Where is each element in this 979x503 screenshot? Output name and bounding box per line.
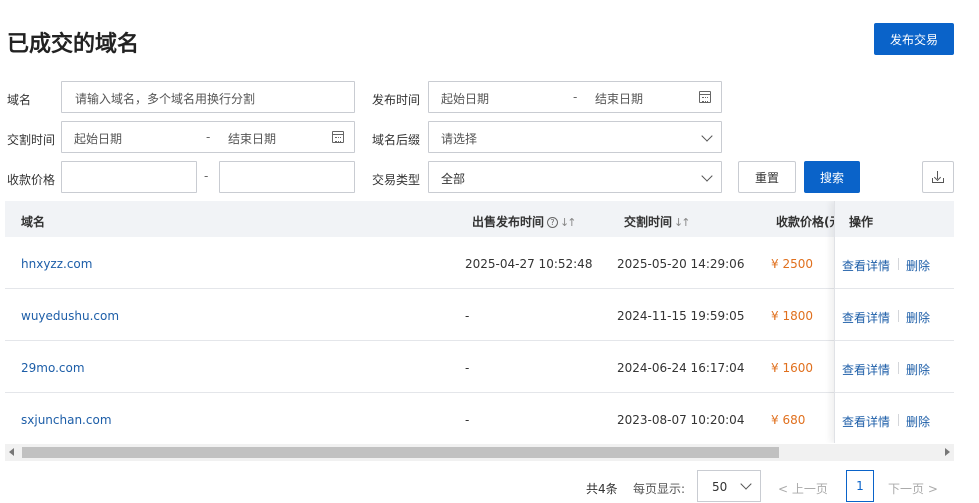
chevron-down-icon [740,478,752,490]
publish-time-cell: - [465,413,470,427]
view-details-link[interactable]: 查看详情 [842,309,890,326]
publish-end-date[interactable]: 结束日期 [595,90,643,107]
price-cell: ¥ 2500 [771,257,813,271]
delete-link[interactable]: 删除 [906,309,930,326]
domain-filter-label: 域名 [7,93,32,107]
domain-input[interactable]: 请输入域名，多个域名用换行分割 [61,81,355,113]
help-icon[interactable]: ? [547,217,559,228]
chevron-left-icon: < [778,482,789,496]
deal-time-cell: 2023-08-07 10:20:04 [617,413,745,427]
publish-time-range[interactable]: 起始日期 - 结束日期 [428,81,722,113]
domain-link[interactable]: hnxyzz.com [21,257,92,271]
price-label: 收款价格 [7,173,56,187]
publish-time-cell: - [465,309,470,323]
table-row: sxjunchan.com - 2023-08-07 10:20:04 ¥ 68… [5,393,954,443]
table-row: hnxyzz.com 2025-04-27 10:52:48 2025-05-2… [5,237,954,289]
sort-icon[interactable]: ↓↑ [674,216,691,229]
column-header-publish-time[interactable]: 出售发布时间? ↓↑ [472,213,577,230]
publish-time-cell: - [465,361,470,375]
download-icon [932,171,944,183]
page-number-current[interactable]: 1 [846,470,874,502]
column-header-publish-time-label: 出售发布时间 [472,215,545,229]
table-row: 29mo.com - 2024-06-24 16:17:04 ¥ 1600 查看… [5,341,954,393]
scroll-left-icon[interactable] [9,448,14,456]
price-max-input[interactable] [219,161,355,193]
trade-type-label: 交易类型 [372,173,421,187]
next-page-button[interactable]: 下一页 > [888,480,938,497]
prev-page-button[interactable]: < 上一页 [778,480,828,497]
delete-link[interactable]: 删除 [906,361,930,378]
next-page-label: 下一页 [888,482,925,496]
page-size-label: 每页显示: [633,482,686,496]
suffix-select[interactable]: 请选择 [428,121,722,153]
price-min-input[interactable] [61,161,197,193]
publish-time-label: 发布时间 [372,93,421,107]
trade-type-select[interactable]: 全部 [428,161,722,193]
deal-time-range[interactable]: 起始日期 - 结束日期 [61,121,355,153]
column-header-domain: 域名 [21,215,46,229]
view-details-link[interactable]: 查看详情 [842,257,890,274]
publish-start-date[interactable]: 起始日期 [441,90,489,107]
domain-input-placeholder: 请输入域名，多个域名用换行分割 [75,92,256,106]
deal-start-date[interactable]: 起始日期 [74,130,122,147]
deal-time-cell: 2025-05-20 14:29:06 [617,257,745,271]
column-header-deal-time[interactable]: 交割时间 ↓↑ [624,213,691,230]
deal-range-separator: - [206,130,211,144]
trade-type-value: 全部 [441,172,466,186]
page-size-value: 50 [712,480,728,494]
view-details-link[interactable]: 查看详情 [842,361,890,378]
publish-time-cell: 2025-04-27 10:52:48 [465,257,593,271]
price-cell: ¥ 1600 [771,361,813,375]
delete-link[interactable]: 删除 [906,257,930,274]
table-header: 域名 出售发布时间? ↓↑ 交割时间 ↓↑ 收款价格(元 [5,201,954,237]
domain-link[interactable]: 29mo.com [21,361,85,375]
domain-link[interactable]: wuyedushu.com [21,309,119,323]
prev-page-label: 上一页 [791,482,828,496]
deal-time-cell: 2024-06-24 16:17:04 [617,361,745,375]
deal-end-date[interactable]: 结束日期 [228,130,276,147]
chevron-down-icon [701,130,713,142]
domains-table: 域名 出售发布时间? ↓↑ 交割时间 ↓↑ 收款价格(元 操作 hnxyzz.com… [5,201,954,443]
horizontal-scrollbar[interactable] [5,444,954,461]
suffix-label: 域名后缀 [372,133,421,147]
table-row: wuyedushu.com - 2024-11-15 19:59:05 ¥ 18… [5,289,954,341]
pagination-total: 共4条 [586,482,618,496]
column-header-deal-time-label: 交割时间 [624,215,673,229]
page-size-select[interactable]: 50 [697,470,761,502]
price-range-separator: - [204,169,209,183]
view-details-link[interactable]: 查看详情 [842,413,890,430]
domain-link[interactable]: sxjunchan.com [21,413,112,427]
search-button[interactable]: 搜索 [804,161,860,193]
delete-link[interactable]: 删除 [906,413,930,430]
calendar-icon [332,131,344,143]
publish-trade-button[interactable]: 发布交易 [874,23,954,55]
deal-time-cell: 2024-11-15 19:59:05 [617,309,745,323]
chevron-down-icon [701,170,713,182]
sort-icon[interactable]: ↓↑ [560,216,577,229]
calendar-icon [699,91,711,103]
scrollbar-thumb[interactable] [22,447,779,458]
column-header-ops: 操作 [849,215,874,229]
column-header-price: 收款价格(元 [776,215,842,229]
publish-range-separator: - [573,90,578,104]
price-cell: ¥ 680 [771,413,806,427]
suffix-select-placeholder: 请选择 [441,132,478,146]
page-title: 已成交的域名 [7,32,140,57]
price-cell: ¥ 1800 [771,309,813,323]
scroll-right-icon[interactable] [945,448,950,456]
deal-time-label: 交割时间 [7,133,56,147]
download-button[interactable] [922,161,954,193]
chevron-right-icon: > [927,482,938,496]
reset-button[interactable]: 重置 [738,161,796,193]
